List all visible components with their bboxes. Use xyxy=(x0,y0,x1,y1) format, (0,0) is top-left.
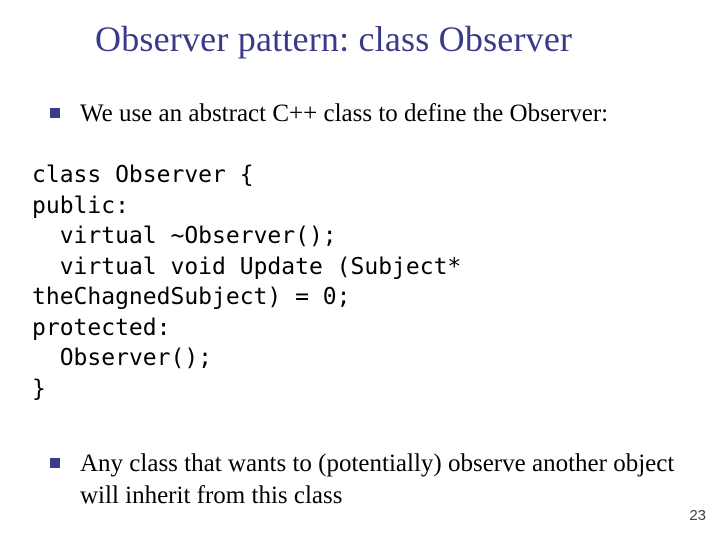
slide: Observer pattern: class Observer We use … xyxy=(0,0,720,540)
bullet-item-1: We use an abstract C++ class to define t… xyxy=(50,98,680,130)
bullet-square-icon xyxy=(50,108,60,118)
bullet-item-2: Any class that wants to (potentially) ob… xyxy=(50,448,680,512)
bullet-text: Any class that wants to (potentially) ob… xyxy=(80,448,680,512)
code-block: class Observer { public: virtual ~Observ… xyxy=(32,160,690,405)
page-number: 23 xyxy=(689,507,706,524)
bullet-square-icon xyxy=(50,458,60,468)
bullet-text: We use an abstract C++ class to define t… xyxy=(80,98,608,130)
slide-title: Observer pattern: class Observer xyxy=(95,18,680,60)
